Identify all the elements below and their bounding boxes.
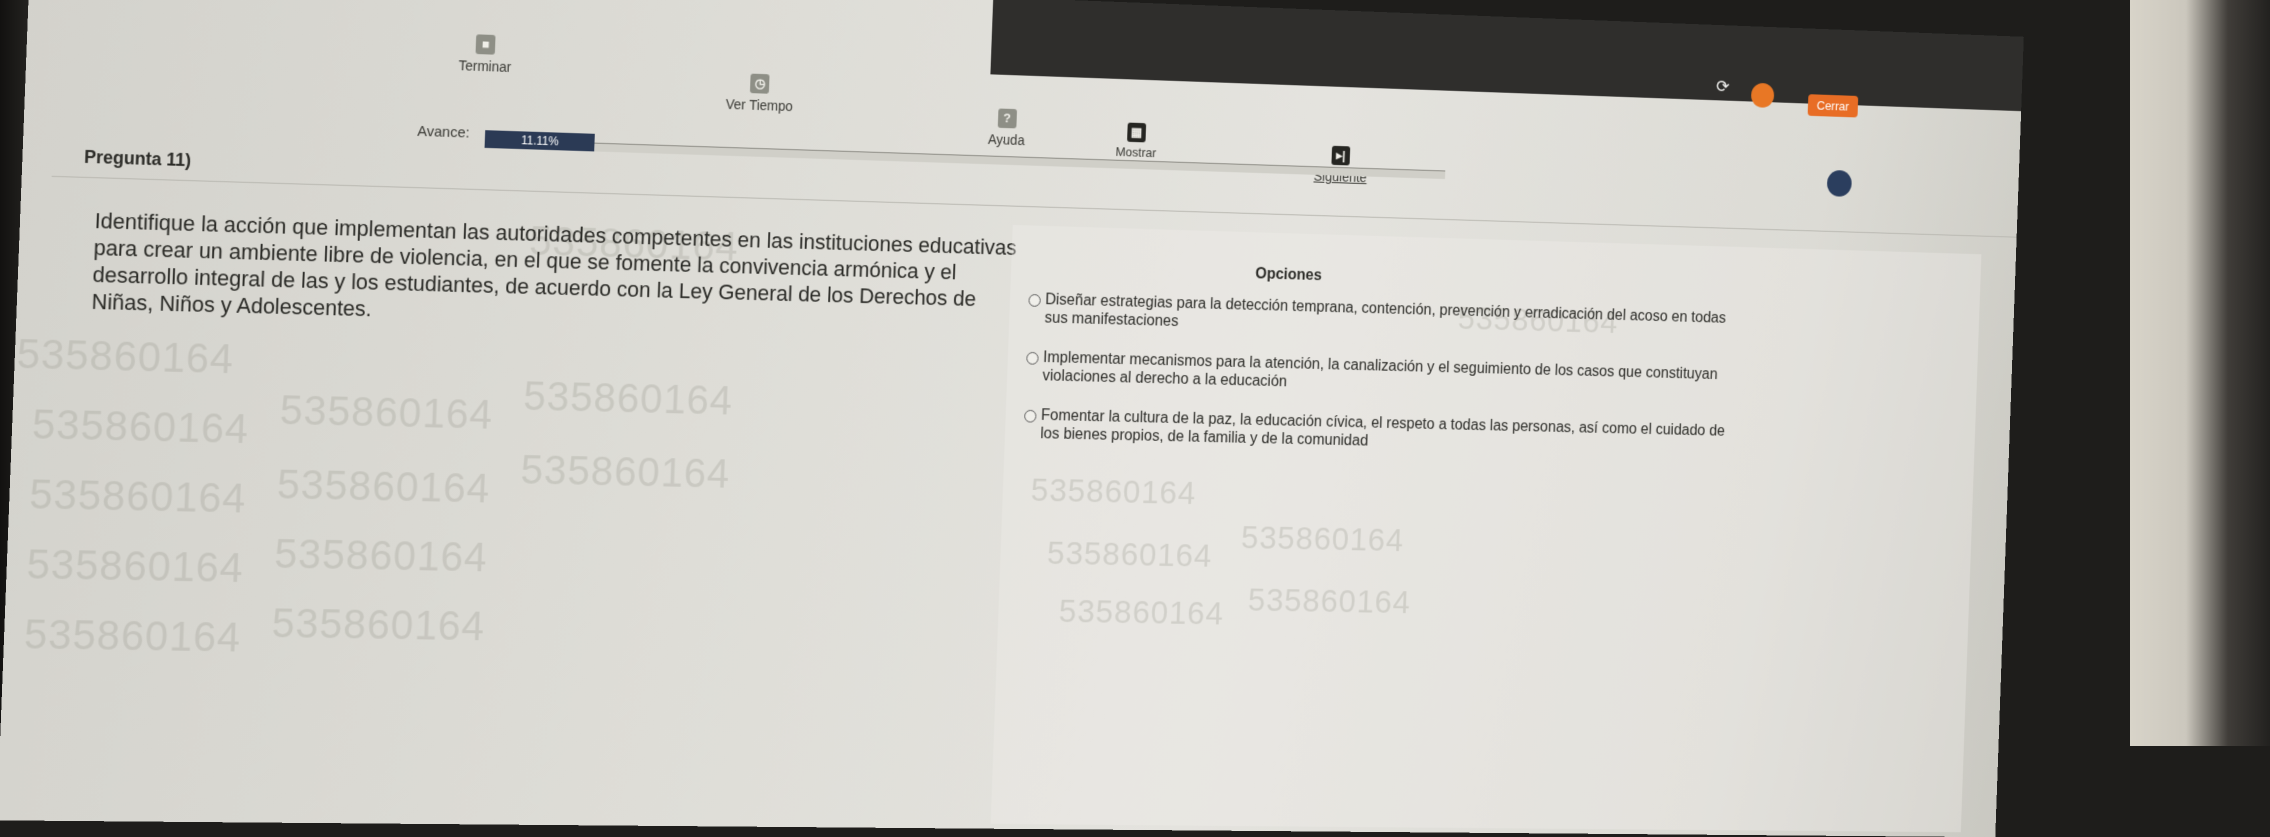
help-icon: ? [997, 108, 1017, 129]
terminar-button[interactable]: ■ Terminar [458, 34, 512, 75]
watermark-text: 535860164 [279, 386, 494, 438]
ver-tiempo-label: Ver Tiempo [725, 96, 794, 115]
stop-icon: ■ [475, 34, 496, 55]
siguiente-button[interactable]: ▸| Siguiente [1313, 145, 1367, 185]
radio-button[interactable] [1028, 293, 1041, 307]
watermark-text: 535860164 [23, 610, 243, 661]
watermark-text: 535860164 [273, 530, 489, 581]
ver-tiempo-button[interactable]: ◷ Ver Tiempo [725, 73, 794, 114]
radio-button[interactable] [1024, 409, 1037, 423]
watermark-text: 535860164 [519, 446, 732, 497]
watermark-text: 535860164 [276, 460, 492, 512]
watermark-text: 535860164 [31, 400, 250, 453]
exam-toolbar: ■ Terminar ◷ Ver Tiempo ? Ayuda ▦ Mostra… [23, 0, 2024, 204]
exam-screen: ⟳ Cerrar ■ Terminar ◷ Ver Tiempo ? Ayuda… [0, 0, 2024, 837]
watermark-text: 535860164 [25, 540, 245, 591]
question-text: Identifique la acción que implementan la… [91, 208, 1018, 322]
watermark-text: 535860164 [16, 329, 235, 383]
ayuda-label: Ayuda [987, 131, 1025, 149]
question-title: Pregunta 11) [83, 146, 192, 171]
terminar-label: Terminar [458, 57, 512, 75]
ayuda-button[interactable]: ? Ayuda [988, 108, 1026, 148]
progress-fill: 11.11% [484, 130, 596, 152]
screen-bezel-right [2130, 0, 2270, 746]
radio-button[interactable] [1026, 351, 1039, 365]
options-title: Opciones [1255, 265, 1323, 284]
calculator-icon: ▦ [1127, 122, 1147, 143]
avance-label: Avance: [417, 123, 470, 142]
watermark-text: 535860164 [522, 372, 734, 424]
watermark-text: 535860164 [270, 599, 486, 650]
watermark-text: 535860164 [28, 470, 248, 522]
next-icon: ▸| [1331, 145, 1351, 166]
clock-icon: ◷ [750, 73, 770, 94]
